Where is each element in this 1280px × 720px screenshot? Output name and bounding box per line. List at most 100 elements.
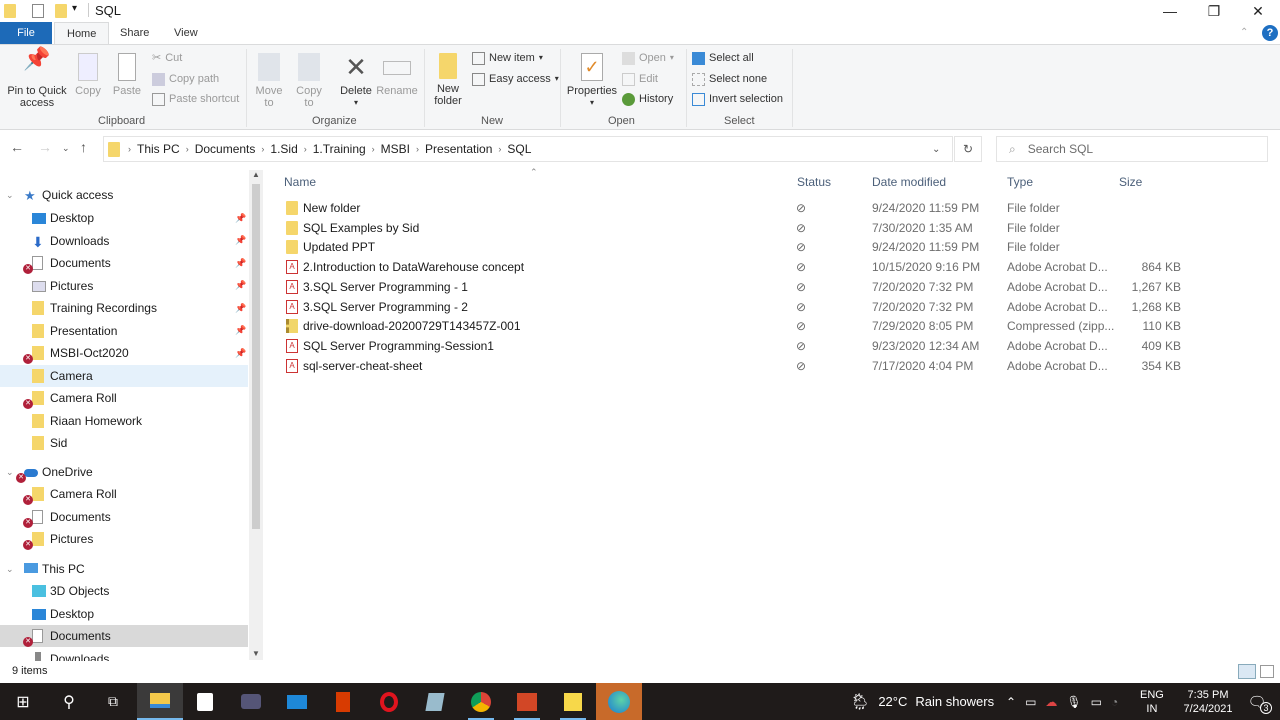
- file-name[interactable]: New folder: [303, 201, 360, 215]
- breadcrumb-1-sid[interactable]: 1.Sid: [270, 142, 297, 156]
- nav-item-presentation[interactable]: Presentation 📌: [0, 320, 248, 342]
- large-icons-view-button[interactable]: [1260, 665, 1274, 678]
- nav-this-pc-desktop[interactable]: Desktop: [0, 603, 248, 625]
- search-button[interactable]: ⚲: [46, 683, 92, 720]
- file-name[interactable]: 3.SQL Server Programming - 2: [303, 300, 468, 314]
- nav-item-downloads[interactable]: ⬇ Downloads 📌: [0, 230, 248, 252]
- column-header-type[interactable]: Type: [1007, 175, 1033, 189]
- details-view-button[interactable]: [1238, 664, 1256, 679]
- file-row[interactable]: SQL Examples by Sid ⊘ 7/30/2020 1:35 AM Fil…: [266, 218, 1280, 238]
- breadcrumb-presentation[interactable]: Presentation: [425, 142, 492, 156]
- column-header-status[interactable]: Status: [797, 175, 831, 189]
- pin-icon[interactable]: 📌: [235, 213, 246, 224]
- action-center-button[interactable]: 🗨 3: [1242, 683, 1272, 720]
- onedrive-error-icon[interactable]: ☁: [1045, 695, 1057, 709]
- pin-icon[interactable]: 📌: [235, 280, 246, 291]
- show-hidden-icons-button[interactable]: ⌃: [1006, 695, 1016, 709]
- file-row[interactable]: A 3.SQL Server Programming - 1 ⊘ 7/20/2020 …: [266, 277, 1280, 297]
- taskbar-mail[interactable]: [274, 683, 320, 720]
- search-input[interactable]: ⌕ Search SQL: [996, 136, 1268, 162]
- file-row[interactable]: Updated PPT ⊘ 9/24/2020 11:59 PM File folde…: [266, 237, 1280, 257]
- new-folder-quick-icon[interactable]: [55, 4, 67, 18]
- tab-file[interactable]: File: [0, 22, 52, 44]
- close-button[interactable]: ✕: [1236, 0, 1280, 22]
- battery-icon[interactable]: ▭: [1091, 695, 1102, 709]
- minimize-button[interactable]: —: [1148, 0, 1192, 22]
- file-name[interactable]: Updated PPT: [303, 240, 375, 254]
- select-none-button[interactable]: Select none: [692, 71, 767, 87]
- breadcrumb-sql[interactable]: SQL: [507, 142, 531, 156]
- file-row[interactable]: A 3.SQL Server Programming - 2 ⊘ 7/20/2020 …: [266, 297, 1280, 317]
- pin-icon[interactable]: 📌: [235, 235, 246, 246]
- taskbar-chrome[interactable]: [458, 683, 504, 720]
- scroll-up-icon[interactable]: ▲: [252, 170, 260, 179]
- nav-onedrive[interactable]: ⌄ ✕ OneDrive: [0, 461, 248, 483]
- taskbar-office[interactable]: [320, 683, 366, 720]
- copy-button[interactable]: Copy: [72, 53, 104, 97]
- chevron-down-icon[interactable]: ⌄: [6, 190, 14, 201]
- tab-home[interactable]: Home: [54, 22, 110, 44]
- pin-icon[interactable]: 📌: [235, 348, 246, 359]
- breadcrumb-msbi[interactable]: MSBI: [381, 142, 410, 156]
- address-dropdown-icon[interactable]: ⌄: [932, 144, 940, 155]
- nav-scrollbar[interactable]: ▲ ▼: [249, 170, 263, 660]
- nav-onedrive-camera-roll[interactable]: ✕ Camera Roll: [0, 483, 248, 505]
- file-name[interactable]: SQL Examples by Sid: [303, 221, 419, 235]
- breadcrumb-1-training[interactable]: 1.Training: [313, 142, 366, 156]
- scrollbar-thumb[interactable]: [252, 184, 260, 529]
- address-bar[interactable]: › This PC › Documents › 1.Sid › 1.Traini…: [103, 136, 953, 162]
- file-name[interactable]: SQL Server Programming-Session1: [303, 339, 494, 353]
- breadcrumb-documents[interactable]: Documents: [195, 142, 256, 156]
- back-button[interactable]: ←: [10, 139, 24, 155]
- nav-this-pc-3d-objects[interactable]: 3D Objects: [0, 580, 248, 602]
- open-button[interactable]: Open ▾: [622, 50, 674, 66]
- history-button[interactable]: History: [622, 91, 673, 107]
- copy-to-button[interactable]: Copy to: [292, 53, 326, 109]
- properties-dropdown-icon[interactable]: ▾: [566, 97, 618, 109]
- invert-selection-button[interactable]: Invert selection: [692, 91, 783, 107]
- properties-quick-icon[interactable]: [32, 4, 44, 18]
- nav-item-documents[interactable]: ✕ Documents 📌: [0, 252, 248, 274]
- nav-quick-access[interactable]: ⌄ ★ Quick access: [0, 184, 248, 206]
- nav-item-msbi-oct2020[interactable]: ✕ MSBI-Oct2020 📌: [0, 342, 248, 364]
- refresh-button[interactable]: ↻: [954, 136, 982, 162]
- file-row[interactable]: drive-download-20200729T143457Z-001 ⊘ 7/29…: [266, 316, 1280, 336]
- nav-item-desktop[interactable]: Desktop 📌: [0, 207, 248, 229]
- nav-onedrive-documents[interactable]: ✕ Documents: [0, 506, 248, 528]
- scroll-down-icon[interactable]: ▼: [252, 649, 260, 658]
- up-button[interactable]: ↑: [80, 139, 87, 155]
- language-indicator[interactable]: ENG IN: [1140, 683, 1164, 720]
- taskbar-sticky-notes[interactable]: [550, 683, 596, 720]
- delete-button[interactable]: ✕ Delete ▾: [336, 53, 376, 109]
- nav-item-sid[interactable]: Sid: [0, 432, 248, 454]
- properties-button[interactable]: ✓ Properties ▾: [566, 53, 618, 109]
- microphone-icon[interactable]: 🎙: [1066, 695, 1081, 709]
- start-button[interactable]: ⊞: [0, 683, 46, 720]
- pin-icon[interactable]: 📌: [235, 303, 246, 314]
- file-row[interactable]: A SQL Server Programming-Session1 ⊘ 9/23/20…: [266, 336, 1280, 356]
- tab-view[interactable]: View: [162, 22, 210, 44]
- nav-this-pc[interactable]: ⌄ This PC: [0, 558, 248, 580]
- rename-button[interactable]: Rename: [376, 53, 418, 97]
- nav-item-camera-roll[interactable]: ✕ Camera Roll: [0, 387, 248, 409]
- weather-widget[interactable]: 🌦 22°C Rain showers: [850, 683, 994, 720]
- chevron-down-icon[interactable]: ⌄: [6, 467, 14, 478]
- select-all-button[interactable]: Select all: [692, 50, 754, 66]
- edit-button[interactable]: Edit: [622, 71, 658, 87]
- taskbar-camera[interactable]: [228, 683, 274, 720]
- file-name[interactable]: sql-server-cheat-sheet: [303, 359, 422, 373]
- column-header-size[interactable]: Size: [1119, 175, 1142, 189]
- taskbar-file-explorer[interactable]: [137, 683, 183, 720]
- paste-shortcut-button[interactable]: Paste shortcut: [152, 91, 239, 107]
- taskbar-opera[interactable]: [366, 683, 412, 720]
- file-name[interactable]: 3.SQL Server Programming - 1: [303, 280, 468, 294]
- new-item-button[interactable]: New item ▾: [472, 50, 543, 66]
- wifi-icon[interactable]: ◔: [1111, 695, 1118, 709]
- forward-button[interactable]: →: [38, 139, 52, 155]
- tab-share[interactable]: Share: [108, 22, 161, 44]
- nav-this-pc-documents[interactable]: ✕ Documents: [0, 625, 248, 647]
- new-folder-button[interactable]: New folder: [430, 53, 466, 107]
- column-header-name[interactable]: Name: [284, 175, 316, 189]
- paste-button[interactable]: Paste: [110, 53, 144, 97]
- collapse-ribbon-icon[interactable]: ⌃: [1240, 27, 1248, 38]
